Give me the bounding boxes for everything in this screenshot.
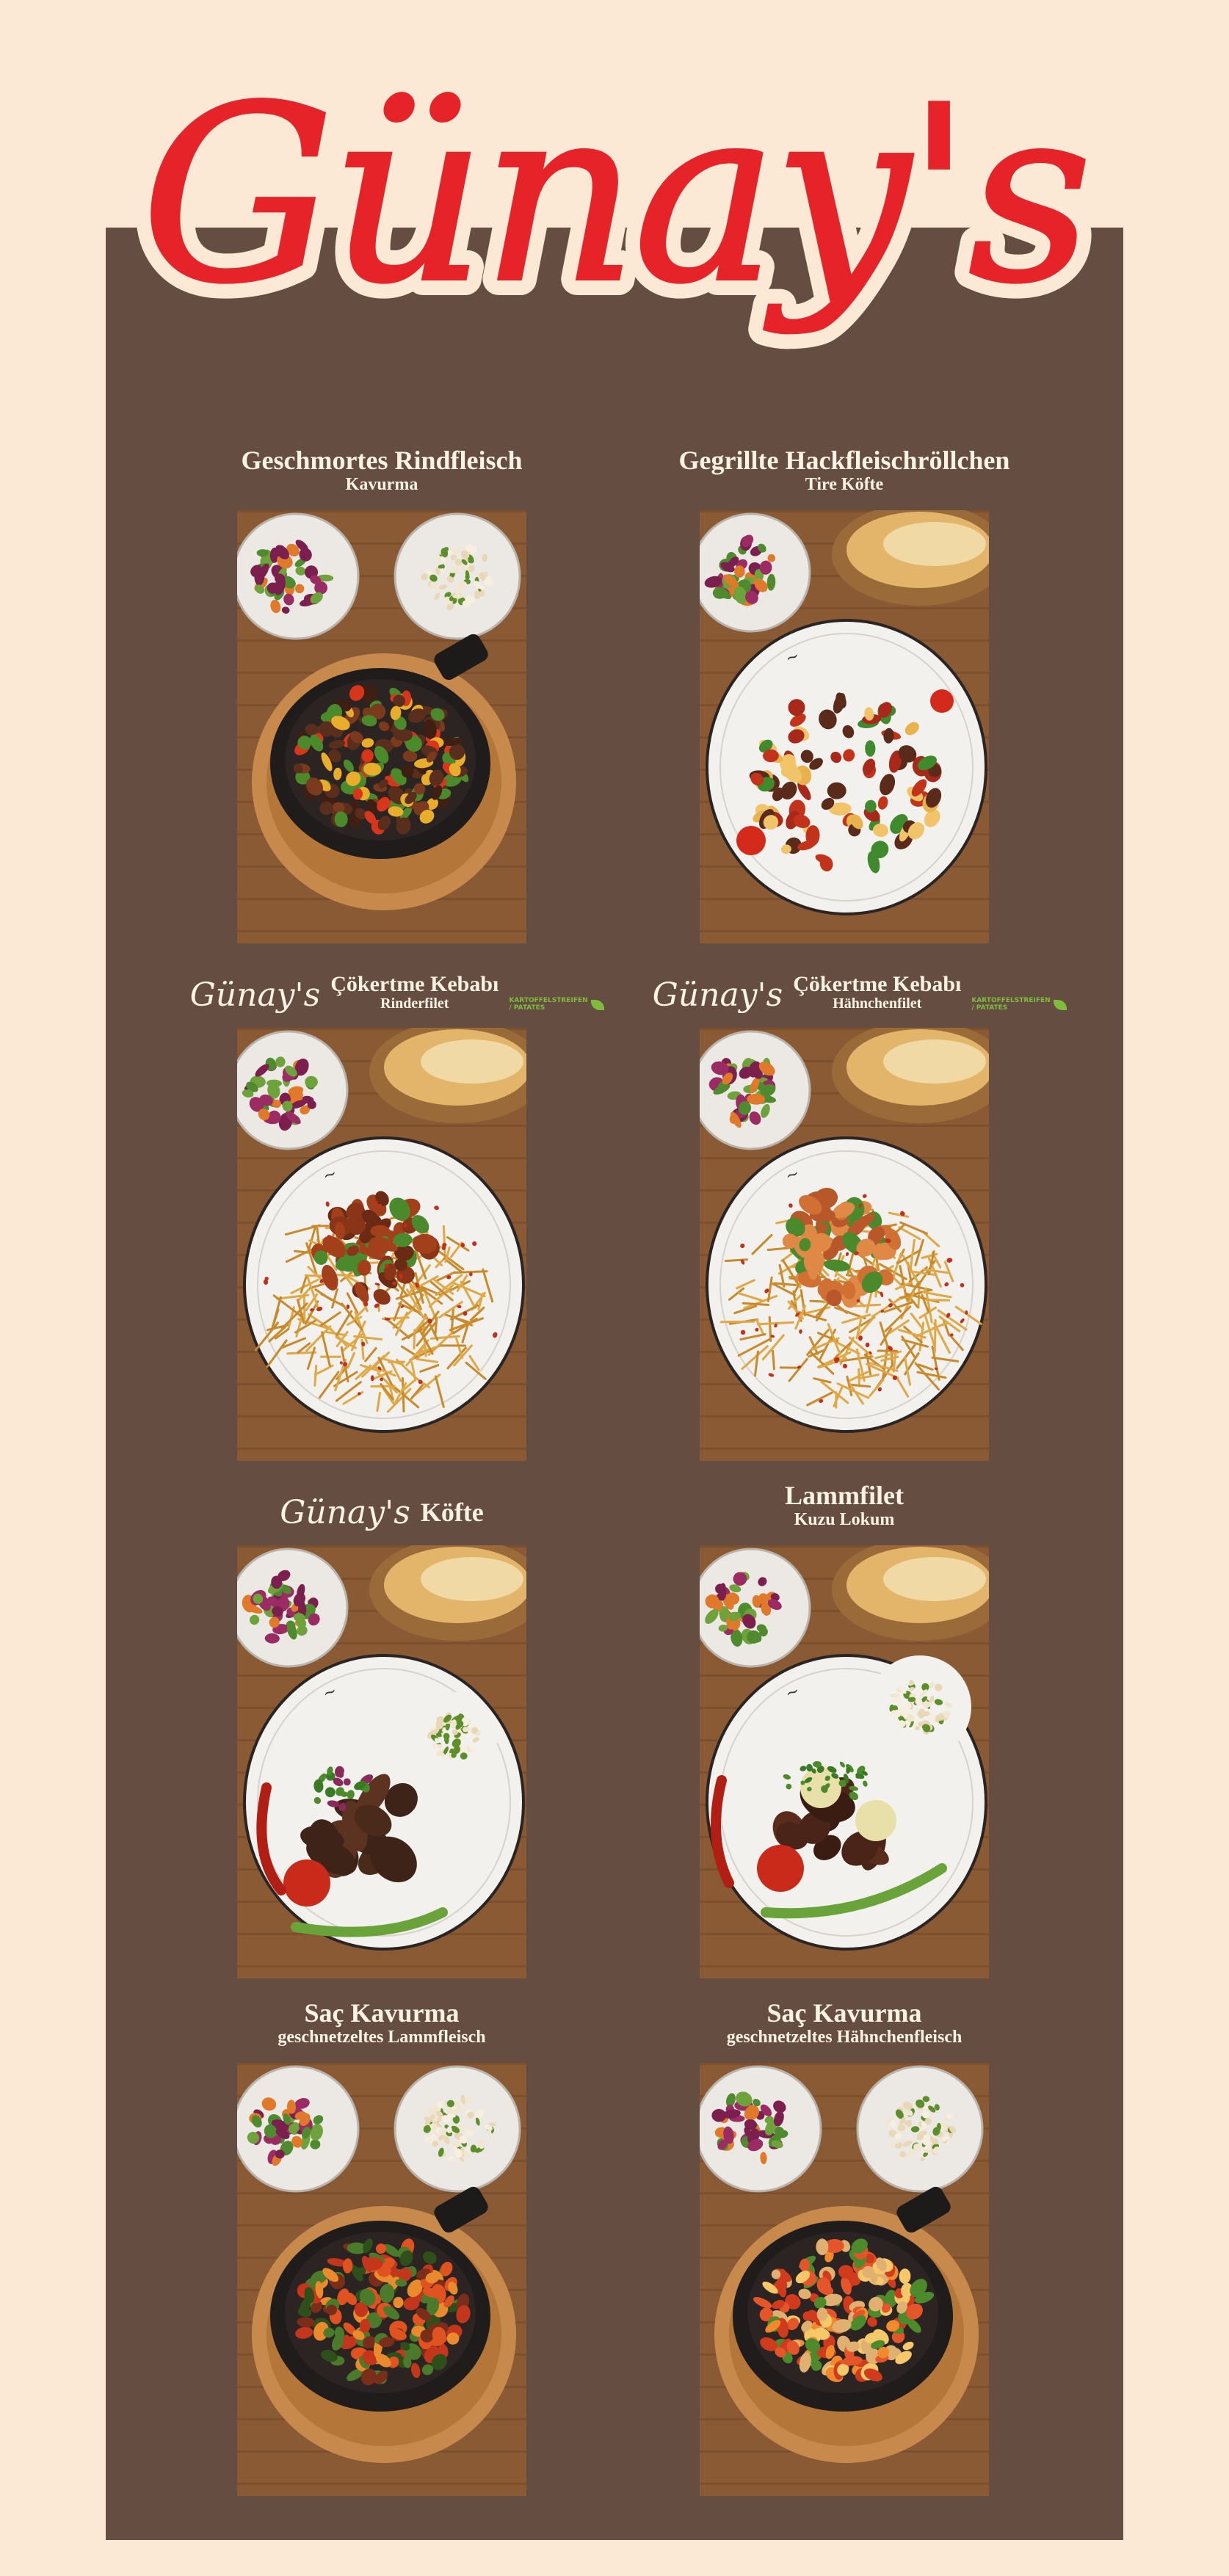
dish-subtitle: geschnetzeltes Lammfleisch bbox=[278, 2027, 486, 2047]
dish-kavurma[interactable]: Geschmortes Rindfleisch Kavurma bbox=[176, 429, 587, 943]
dish-photo bbox=[237, 510, 526, 943]
dish-title: Saç Kavurma bbox=[304, 1998, 460, 2028]
dish-cokertme-beef[interactable]: Günay's Çökertme Kebabı Rinderfilet KART… bbox=[176, 947, 604, 1461]
dish-gunays-kofte[interactable]: Günay's Köfte ~ bbox=[176, 1465, 587, 1978]
dish-subtitle: Tire Köfte bbox=[805, 474, 884, 494]
dish-tire-kofte[interactable]: Gegrillte Hackfleischröllchen Tire Köfte… bbox=[639, 429, 1050, 943]
logo-wordmark: Günay's bbox=[141, 54, 1088, 336]
dish-photo: ~ bbox=[700, 1545, 989, 1978]
brand-prefix: Günay's bbox=[189, 976, 321, 1014]
dish-photo: ~ bbox=[700, 1028, 989, 1461]
dish-sac-kavurma-lamb[interactable]: Saç Kavurma geschnetzeltes Lammfleisch bbox=[176, 1982, 587, 2496]
brand-prefix: Günay's bbox=[280, 1494, 410, 1531]
dish-photo bbox=[237, 2063, 526, 2496]
dish-title: Saç Kavurma bbox=[766, 1998, 922, 2028]
dish-title: Çökertme Kebabı bbox=[793, 971, 962, 996]
dish-title: Gegrillte Hackfleischröllchen bbox=[678, 445, 1010, 475]
dish-subtitle: Kuzu Lokum bbox=[794, 1509, 895, 1529]
dish-title: Köfte bbox=[420, 1498, 484, 1528]
dish-photo: ~ bbox=[237, 1028, 526, 1461]
dish-subtitle: geschnetzeltes Hähnchenfleisch bbox=[726, 2027, 962, 2047]
potato-badge: KARTOFFELSTREIFEN / PATATES bbox=[971, 997, 1067, 1012]
dish-photo: ~ bbox=[237, 1545, 526, 1978]
potato-badge: KARTOFFELSTREIFEN / PATATES bbox=[509, 997, 604, 1012]
dish-sac-kavurma-chicken[interactable]: Saç Kavurma geschnetzeltes Hähnchenfleis… bbox=[639, 1982, 1050, 2496]
dish-title: Çökertme Kebabı bbox=[330, 971, 499, 996]
dish-title: Geschmortes Rindfleisch bbox=[241, 445, 523, 475]
brand-prefix: Günay's bbox=[652, 976, 783, 1014]
dish-title: Lammfilet bbox=[785, 1480, 904, 1510]
brand-logo: Günay's Günay's bbox=[0, 0, 1229, 411]
dish-photo: ~ bbox=[700, 510, 989, 943]
dish-photo bbox=[700, 2063, 989, 2496]
dish-subtitle: Rinderfilet bbox=[380, 995, 449, 1012]
dish-cokertme-chicken[interactable]: Günay's Çökertme Kebabı Hähnchenfilet KA… bbox=[639, 947, 1067, 1461]
dish-lammfilet[interactable]: Lammfilet Kuzu Lokum ~ bbox=[639, 1465, 1050, 1978]
dish-subtitle: Kavurma bbox=[345, 474, 418, 494]
dish-subtitle: Hähnchenfilet bbox=[833, 995, 922, 1012]
